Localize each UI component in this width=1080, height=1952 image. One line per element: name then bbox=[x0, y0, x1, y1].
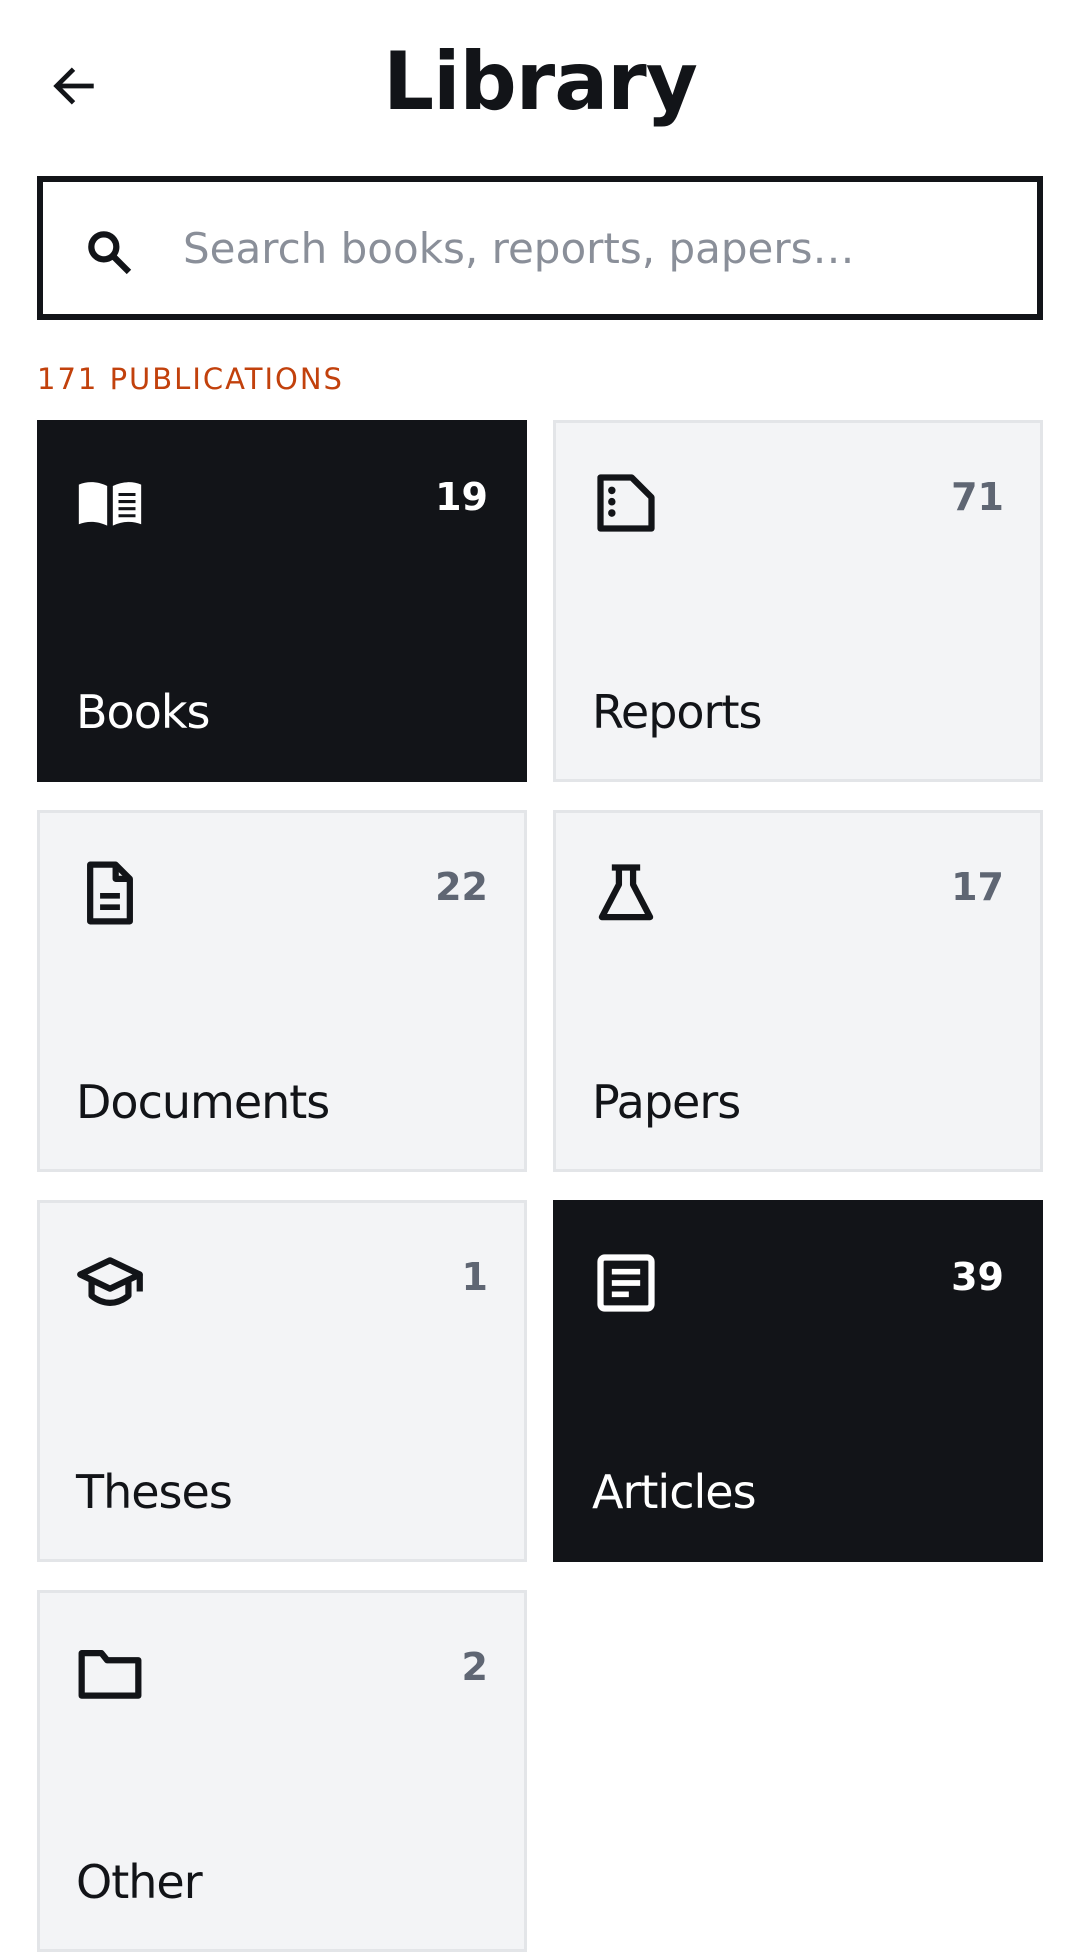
category-label: Other bbox=[76, 1855, 203, 1909]
category-card-theses[interactable]: 1 Theses bbox=[37, 1200, 527, 1562]
publications-count: 171 PUBLICATIONS bbox=[37, 362, 344, 396]
category-label: Theses bbox=[76, 1465, 233, 1519]
category-label: Documents bbox=[76, 1075, 330, 1129]
category-count: 39 bbox=[951, 1255, 1004, 1299]
category-count: 17 bbox=[951, 865, 1004, 909]
category-card-reports[interactable]: 71 Reports bbox=[553, 420, 1043, 782]
category-label: Books bbox=[76, 685, 210, 739]
page-title: Library bbox=[383, 35, 698, 128]
flask-icon bbox=[592, 859, 660, 927]
search-input[interactable] bbox=[183, 202, 1003, 294]
category-grid: 19 Books 71 Reports 22 Documents 17 Pape… bbox=[37, 420, 1043, 1952]
category-count: 2 bbox=[461, 1645, 488, 1689]
folder-icon bbox=[76, 1639, 144, 1707]
category-label: Articles bbox=[592, 1465, 757, 1519]
category-card-articles[interactable]: 39 Articles bbox=[553, 1200, 1043, 1562]
graduation-cap-icon bbox=[76, 1249, 144, 1317]
category-count: 22 bbox=[435, 865, 488, 909]
category-count: 71 bbox=[951, 475, 1004, 519]
category-count: 19 bbox=[435, 475, 488, 519]
search-bar[interactable] bbox=[37, 176, 1043, 320]
category-count: 1 bbox=[461, 1255, 488, 1299]
report-file-icon bbox=[592, 469, 660, 537]
open-book-icon bbox=[76, 469, 144, 537]
category-card-documents[interactable]: 22 Documents bbox=[37, 810, 527, 1172]
category-card-other[interactable]: 2 Other bbox=[37, 1590, 527, 1952]
article-icon bbox=[592, 1249, 660, 1317]
app-header: Library bbox=[0, 0, 1080, 170]
search-icon bbox=[88, 231, 132, 275]
category-card-books[interactable]: 19 Books bbox=[37, 420, 527, 782]
category-label: Reports bbox=[592, 685, 762, 739]
document-icon bbox=[76, 859, 144, 927]
category-card-papers[interactable]: 17 Papers bbox=[553, 810, 1043, 1172]
category-label: Papers bbox=[592, 1075, 741, 1129]
